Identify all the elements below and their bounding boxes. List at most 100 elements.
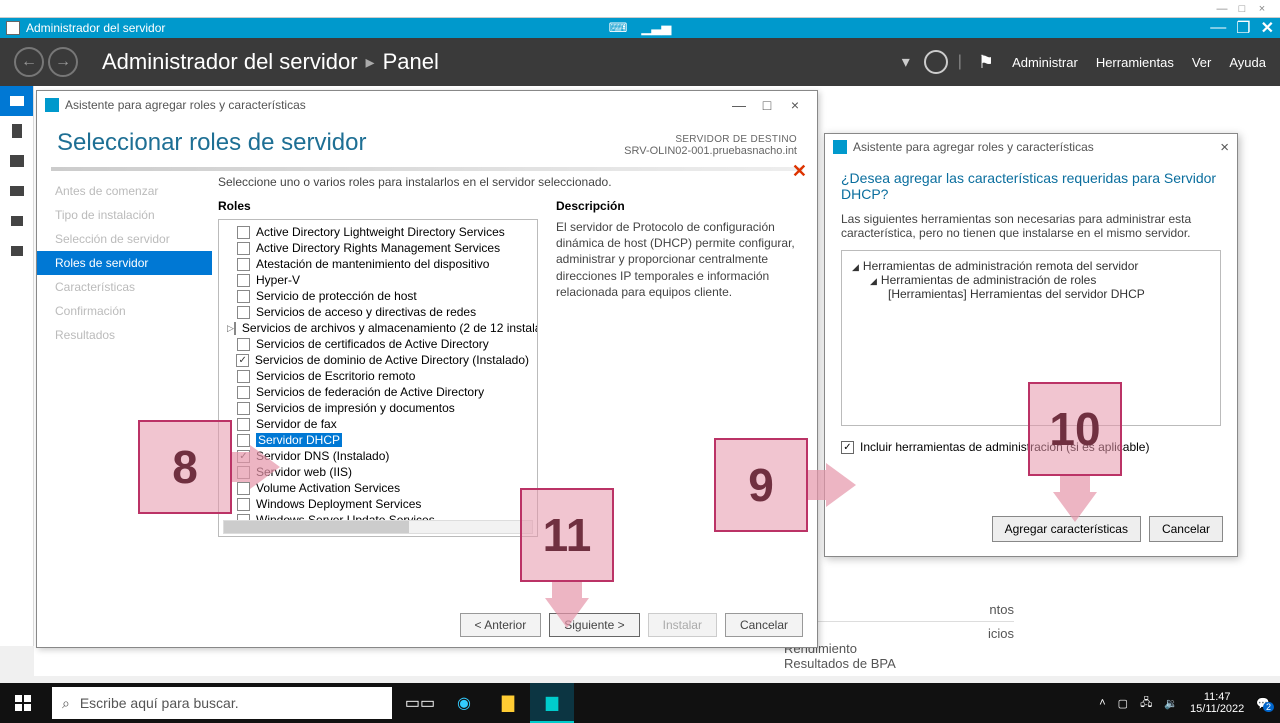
role-checkbox[interactable] [237, 258, 250, 271]
nav-role-1[interactable] [0, 176, 33, 206]
destination-server-block: SERVIDOR DE DESTINO SRV-OLIN02-001.prueb… [624, 134, 797, 157]
roles-header: Roles [218, 199, 538, 213]
popup-close-button[interactable]: × [1220, 139, 1229, 156]
step-results[interactable]: Resultados [37, 323, 212, 347]
search-placeholder: Escribe aquí para buscar. [80, 695, 239, 711]
role-checkbox[interactable] [237, 242, 250, 255]
nav-all-servers[interactable] [0, 146, 33, 176]
step-server-selection[interactable]: Selección de servidor [37, 227, 212, 251]
step-features[interactable]: Características [37, 275, 212, 299]
menu-herramientas[interactable]: Herramientas [1096, 55, 1174, 70]
role-item[interactable]: Active Directory Rights Management Servi… [221, 240, 535, 256]
clock-time: 11:47 [1190, 691, 1244, 703]
header-dropdown-icon[interactable]: ▾ [902, 52, 910, 72]
tree-level-1: ◢Herramientas de administración remota d… [852, 259, 1210, 273]
wizard-install-button: Instalar [648, 613, 717, 637]
nav-role-3[interactable] [0, 236, 33, 266]
popup-cancel-button[interactable]: Cancelar [1149, 516, 1223, 542]
wizard-close-button[interactable]: × [781, 97, 809, 113]
menu-administrar[interactable]: Administrar [1012, 55, 1078, 70]
role-checkbox[interactable] [237, 226, 250, 239]
role-label: Servicios de archivos y almacenamiento (… [242, 321, 538, 335]
tray-volume-icon[interactable]: 🔉 [1164, 697, 1178, 710]
wizard-maximize-button[interactable]: □ [753, 97, 781, 113]
nav-forward-button[interactable]: → [48, 47, 78, 77]
step-install-type[interactable]: Tipo de instalación [37, 203, 212, 227]
role-label: Servicio de protección de host [256, 289, 417, 303]
keyboard-icon: ⌨ [609, 20, 628, 36]
tray-chevron-icon[interactable]: ˄ [1099, 697, 1105, 709]
step-server-roles[interactable]: Roles de servidor [37, 251, 212, 275]
role-checkbox[interactable] [237, 290, 250, 303]
wizard-cancel-button[interactable]: Cancelar [725, 613, 803, 637]
role-item[interactable]: Active Directory Lightweight Directory S… [221, 224, 535, 240]
taskbar-edge-icon[interactable]: ◉ [442, 683, 486, 723]
role-item[interactable]: Hyper-V [221, 272, 535, 288]
popup-subtext: Las siguientes herramientas son necesari… [825, 212, 1237, 250]
role-item[interactable]: Servicio de protección de host [221, 288, 535, 304]
role-checkbox[interactable] [237, 306, 250, 319]
refresh-icon[interactable] [924, 50, 948, 74]
role-item[interactable]: Atestación de mantenimiento del disposit… [221, 256, 535, 272]
outer-close-button[interactable]: × [1252, 3, 1272, 15]
outer-min-button[interactable]: — [1212, 3, 1232, 15]
step-before-begin[interactable]: Antes de comenzar [37, 179, 212, 203]
taskbar-clock[interactable]: 11:47 15/11/2022 [1190, 691, 1244, 715]
sm-maximize-button[interactable]: ❐ [1236, 18, 1250, 38]
wizard-heading: Seleccionar roles de servidor [57, 129, 366, 157]
action-center-button[interactable]: 💬2 [1256, 697, 1270, 710]
nav-role-2[interactable] [0, 206, 33, 236]
role-item[interactable]: ▷ Servicios de archivos y almacenamiento … [221, 320, 535, 336]
nav-back-button[interactable]: ← [14, 47, 44, 77]
start-button[interactable] [0, 683, 46, 723]
role-label: Servicios de dominio de Active Directory… [255, 353, 529, 367]
roles-horizontal-scrollbar[interactable] [223, 520, 533, 534]
expand-icon[interactable]: ▷ [227, 323, 234, 334]
close-red-icon[interactable]: ✕ [792, 161, 807, 182]
role-checkbox[interactable] [237, 402, 250, 415]
role-checkbox[interactable] [237, 386, 250, 399]
wizard-titlebar: Asistente para agregar roles y caracterí… [37, 91, 817, 119]
role-checkbox[interactable] [237, 370, 250, 383]
header-breadcrumb-panel[interactable]: Panel [383, 49, 439, 75]
role-item[interactable]: Servicios de federación de Active Direct… [221, 384, 535, 400]
sm-close-button[interactable]: ✕ [1261, 18, 1274, 38]
nav-local-server[interactable] [0, 116, 33, 146]
role-label: Servicios de acceso y directivas de rede… [256, 305, 476, 319]
outer-window-titlebar: — □ × [0, 0, 1280, 18]
tile-perf-label: Rendimiento [784, 641, 1014, 656]
dest-server: SRV-OLIN02-001.pruebasnacho.int [624, 145, 797, 157]
tray-display-icon[interactable]: ▢ [1118, 697, 1128, 710]
role-label: Active Directory Lightweight Directory S… [256, 225, 505, 239]
popup-question: ¿Desea agregar las características reque… [825, 160, 1237, 212]
taskbar-search-input[interactable]: ⌕ Escribe aquí para buscar. [52, 687, 392, 719]
header-breadcrumb-root[interactable]: Administrador del servidor [102, 49, 358, 75]
windows-taskbar: ⌕ Escribe aquí para buscar. ▭▭ ◉ ▇ ▆ ˄ ▢… [0, 683, 1280, 723]
role-item[interactable]: Servicios de acceso y directivas de rede… [221, 304, 535, 320]
sm-minimize-button[interactable]: — [1210, 19, 1226, 37]
tile-frag-label: ntos [784, 602, 1014, 617]
taskbar-server-manager-icon[interactable]: ▆ [530, 683, 574, 723]
wizard-minimize-button[interactable]: — [725, 97, 753, 113]
role-item[interactable]: Servicios de dominio de Active Directory… [221, 352, 535, 368]
task-view-button[interactable]: ▭▭ [398, 683, 442, 723]
tray-network-icon[interactable]: 🖧 [1140, 694, 1152, 713]
role-checkbox[interactable] [234, 322, 236, 335]
menu-ayuda[interactable]: Ayuda [1229, 55, 1266, 70]
notifications-flag-icon[interactable]: ⚑ [978, 52, 994, 73]
sm-left-nav [0, 86, 34, 646]
role-label: Atestación de mantenimiento del disposit… [256, 257, 489, 271]
role-item[interactable]: Servicios de certificados de Active Dire… [221, 336, 535, 352]
role-checkbox[interactable] [237, 274, 250, 287]
nav-dashboard[interactable] [0, 86, 33, 116]
role-label: Windows Deployment Services [256, 497, 421, 511]
role-checkbox[interactable] [237, 338, 250, 351]
role-item[interactable]: Servicios de impresión y documentos [221, 400, 535, 416]
step-confirmation[interactable]: Confirmación [37, 299, 212, 323]
role-item[interactable]: Servicios de Escritorio remoto [221, 368, 535, 384]
server-manager-titlebar: Administrador del servidor ⌨ ▁▃▅ — ❐ ✕ [0, 18, 1280, 38]
role-checkbox[interactable] [236, 354, 248, 367]
taskbar-explorer-icon[interactable]: ▇ [486, 683, 530, 723]
menu-ver[interactable]: Ver [1192, 55, 1212, 70]
outer-max-button[interactable]: □ [1232, 3, 1252, 15]
